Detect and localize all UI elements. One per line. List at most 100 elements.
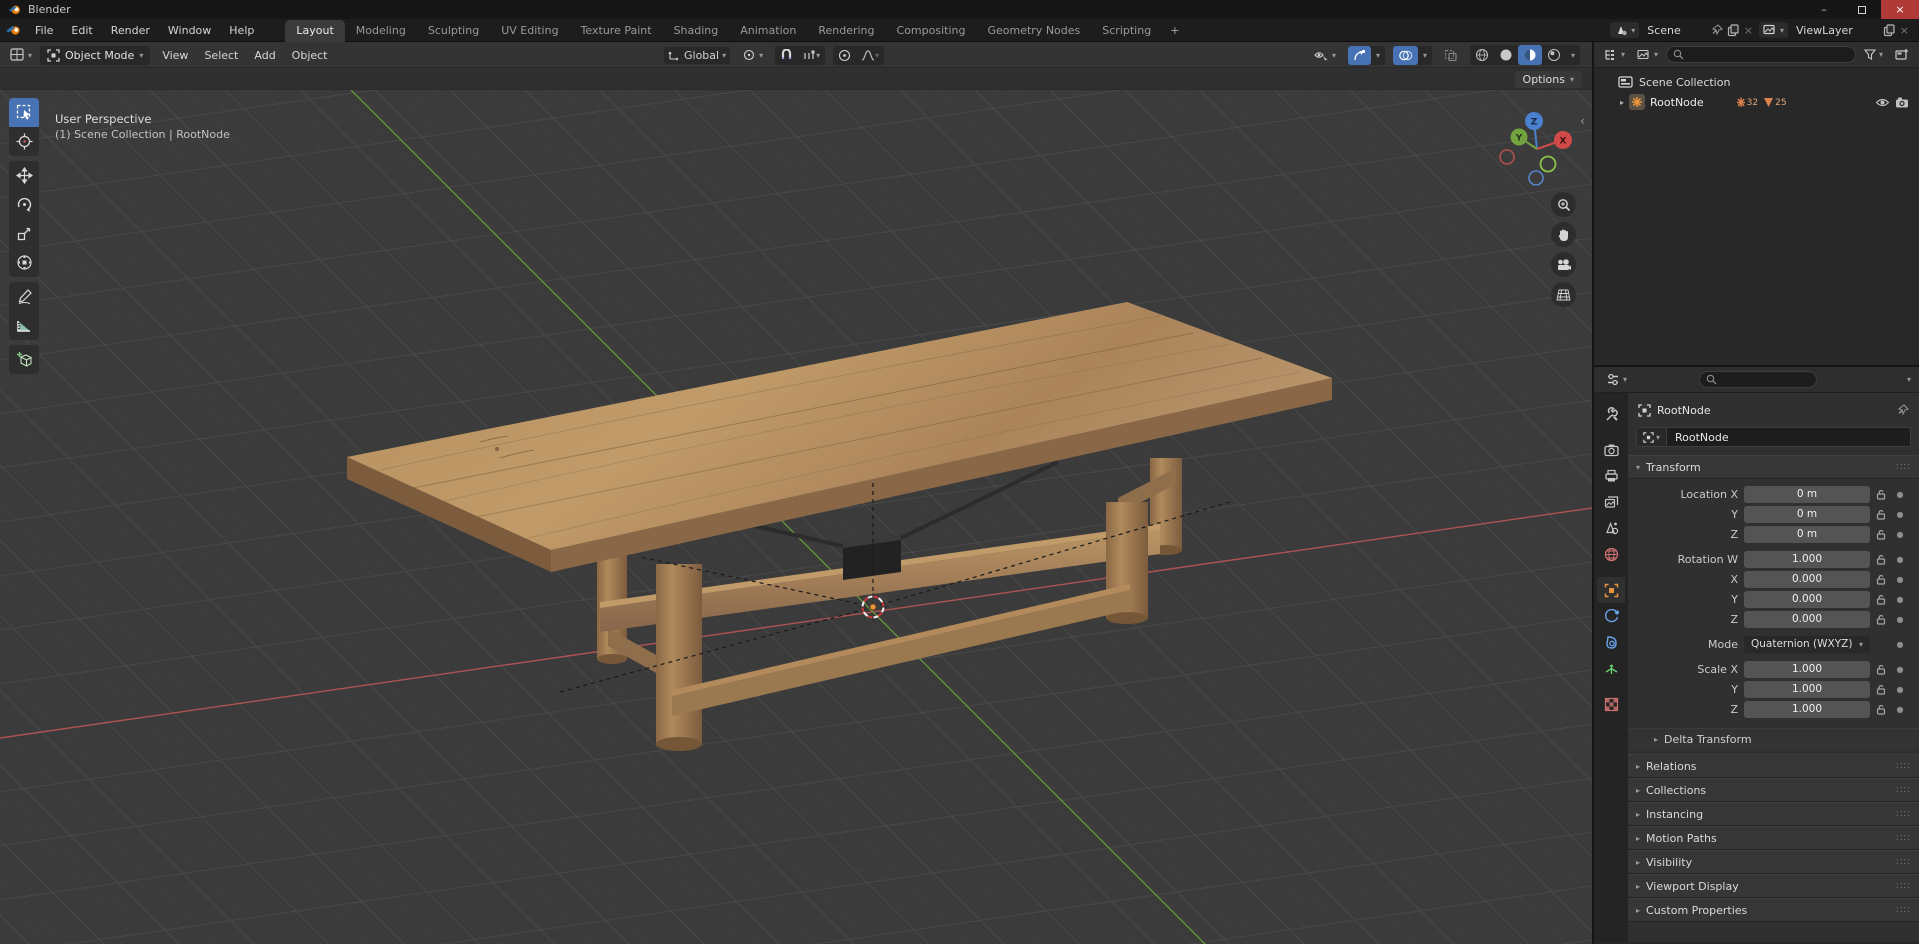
viewport-menu-object[interactable]: Object — [284, 46, 336, 65]
viewport-menu-view[interactable]: View — [154, 46, 196, 65]
pin-icon[interactable] — [1897, 404, 1909, 416]
value-field[interactable]: 0.000 — [1744, 570, 1870, 588]
pivot-dropdown[interactable]: ▾ — [738, 46, 767, 64]
lock-icon[interactable] — [1876, 664, 1886, 675]
rootnode-row[interactable]: ▸ RootNode 32 25 — [1594, 92, 1919, 112]
value-field[interactable]: 1.000 — [1744, 660, 1870, 678]
tool-move[interactable] — [9, 161, 39, 190]
outliner-display-mode-button[interactable]: ▾ — [1633, 47, 1662, 63]
new-viewlayer-icon[interactable] — [1883, 23, 1896, 37]
blender-menu-icon[interactable] — [0, 24, 26, 36]
animate-property-dot[interactable]: ● — [1892, 595, 1908, 604]
lock-icon[interactable] — [1876, 684, 1886, 695]
show-object-types-dropdown[interactable]: ▾ — [1309, 47, 1340, 64]
lock-icon[interactable] — [1876, 574, 1886, 585]
delta-transform-subpanel[interactable]: ▸ Delta Transform — [1628, 728, 1919, 750]
properties-tab-output[interactable] — [1597, 463, 1625, 489]
overlays-dropdown[interactable]: ▾ — [1418, 48, 1432, 63]
lock-icon[interactable] — [1876, 594, 1886, 605]
lock-icon[interactable] — [1876, 509, 1886, 520]
properties-tab-world[interactable] — [1597, 541, 1625, 567]
animate-property-dot[interactable]: ● — [1892, 575, 1908, 584]
proportional-edit-toggle[interactable] — [833, 46, 856, 65]
animate-property-dot[interactable]: ● — [1892, 510, 1908, 519]
animate-property-dot[interactable]: ● — [1892, 490, 1908, 499]
workspace-tab-shading[interactable]: Shading — [663, 20, 730, 42]
panel-instancing[interactable]: ▸ Instancing ∷∷ — [1628, 802, 1919, 826]
panel-visibility[interactable]: ▸ Visibility ∷∷ — [1628, 850, 1919, 874]
tool-annotate[interactable] — [9, 282, 39, 311]
gizmos-toggle[interactable] — [1347, 45, 1371, 65]
panel-grip-icon[interactable]: ∷∷ — [1896, 881, 1911, 892]
tool-rotate[interactable] — [9, 190, 39, 219]
workspace-tab-sculpting[interactable]: Sculpting — [417, 20, 490, 42]
maximize-button[interactable] — [1843, 0, 1881, 19]
value-field[interactable]: 0 m — [1744, 505, 1870, 523]
camera-view-button[interactable] — [1551, 252, 1576, 277]
shading-solid-button[interactable] — [1494, 45, 1518, 65]
properties-editor-type-button[interactable]: ▾ — [1602, 371, 1631, 388]
add-workspace-button[interactable]: + — [1162, 20, 1187, 42]
panel-motion-paths[interactable]: ▸ Motion Paths ∷∷ — [1628, 826, 1919, 850]
workspace-tab-layout[interactable]: Layout — [285, 19, 345, 42]
object-name-field[interactable]: RootNode — [1666, 427, 1911, 447]
viewlayer-browse-button[interactable]: ▾ — [1758, 22, 1788, 38]
workspace-tab-scripting[interactable]: Scripting — [1091, 20, 1162, 42]
properties-tab-view-layer[interactable] — [1597, 489, 1625, 515]
workspace-tab-compositing[interactable]: Compositing — [886, 20, 977, 42]
gizmos-dropdown[interactable]: ▾ — [1371, 48, 1385, 63]
properties-tab-scene[interactable] — [1597, 515, 1625, 541]
new-collection-button[interactable] — [1891, 46, 1913, 63]
object-id-browse-button[interactable]: ▾ — [1636, 427, 1666, 447]
animate-property-dot[interactable]: ● — [1892, 705, 1908, 714]
pin-icon[interactable] — [1711, 24, 1723, 36]
tool-transform[interactable] — [9, 248, 39, 277]
animate-property-dot[interactable]: ● — [1892, 615, 1908, 624]
panel-grip-icon[interactable]: ∷∷ — [1896, 857, 1911, 868]
animate-property-dot[interactable]: ● — [1892, 640, 1908, 649]
scene-collection-row[interactable]: Scene Collection — [1594, 72, 1919, 92]
xray-toggle[interactable] — [1440, 47, 1462, 64]
properties-tab-object[interactable] — [1597, 577, 1625, 603]
mode-dropdown[interactable]: Object Mode ▾ — [40, 45, 151, 65]
scene-browse-button[interactable]: ▾ — [1610, 22, 1640, 38]
editor-type-button[interactable]: ▾ — [6, 46, 36, 64]
panel-viewport-display[interactable]: ▸ Viewport Display ∷∷ — [1628, 874, 1919, 898]
value-field[interactable]: 1.000 — [1744, 680, 1870, 698]
value-field[interactable]: 0.000 — [1744, 590, 1870, 608]
shading-material-button[interactable] — [1517, 45, 1542, 65]
viewport-menu-add[interactable]: Add — [246, 46, 283, 65]
menu-render[interactable]: Render — [102, 21, 159, 40]
options-button[interactable]: Options ▾ — [1514, 71, 1582, 88]
value-field[interactable]: 0 m — [1744, 525, 1870, 543]
viewport-editor[interactable]: ▾ Object Mode ▾ View Select Add Object G… — [0, 42, 1592, 944]
properties-search-input[interactable] — [1699, 371, 1818, 388]
animate-property-dot[interactable]: ● — [1892, 685, 1908, 694]
menu-edit[interactable]: Edit — [62, 21, 101, 40]
properties-tab-texture[interactable] — [1597, 691, 1625, 717]
lock-icon[interactable] — [1876, 704, 1886, 715]
outliner-search-input[interactable] — [1666, 46, 1856, 63]
lock-icon[interactable] — [1876, 529, 1886, 540]
panel-custom-properties[interactable]: ▸ Custom Properties ∷∷ — [1628, 898, 1919, 922]
viewlayer-name[interactable]: ViewLayer — [1792, 24, 1879, 37]
properties-tab-tool[interactable] — [1597, 401, 1625, 427]
panel-grip-icon[interactable]: ∷∷ — [1896, 462, 1911, 473]
remove-viewlayer-icon[interactable]: × — [1900, 24, 1909, 37]
expand-arrow-icon[interactable]: ▸ — [1620, 98, 1624, 107]
animate-property-dot[interactable]: ● — [1892, 555, 1908, 564]
tool-scale[interactable] — [9, 219, 39, 248]
workspace-tab-animation[interactable]: Animation — [729, 20, 807, 42]
close-button[interactable]: × — [1881, 0, 1919, 19]
gizmo-minus-y-ball[interactable] — [1539, 155, 1557, 173]
workspace-tab-texture-paint[interactable]: Texture Paint — [570, 20, 663, 42]
workspace-tab-rendering[interactable]: Rendering — [807, 20, 885, 42]
menu-help[interactable]: Help — [220, 21, 263, 40]
panel-relations[interactable]: ▸ Relations ∷∷ — [1628, 754, 1919, 778]
workspace-tab-modeling[interactable]: Modeling — [345, 20, 417, 42]
navigation-gizmo[interactable]: Z Y X — [1493, 102, 1589, 198]
value-field[interactable]: 1.000 — [1744, 550, 1870, 568]
value-field[interactable]: 0.000 — [1744, 610, 1870, 628]
viewport-canvas[interactable] — [0, 90, 1592, 944]
disable-in-render-icon[interactable] — [1895, 97, 1909, 108]
